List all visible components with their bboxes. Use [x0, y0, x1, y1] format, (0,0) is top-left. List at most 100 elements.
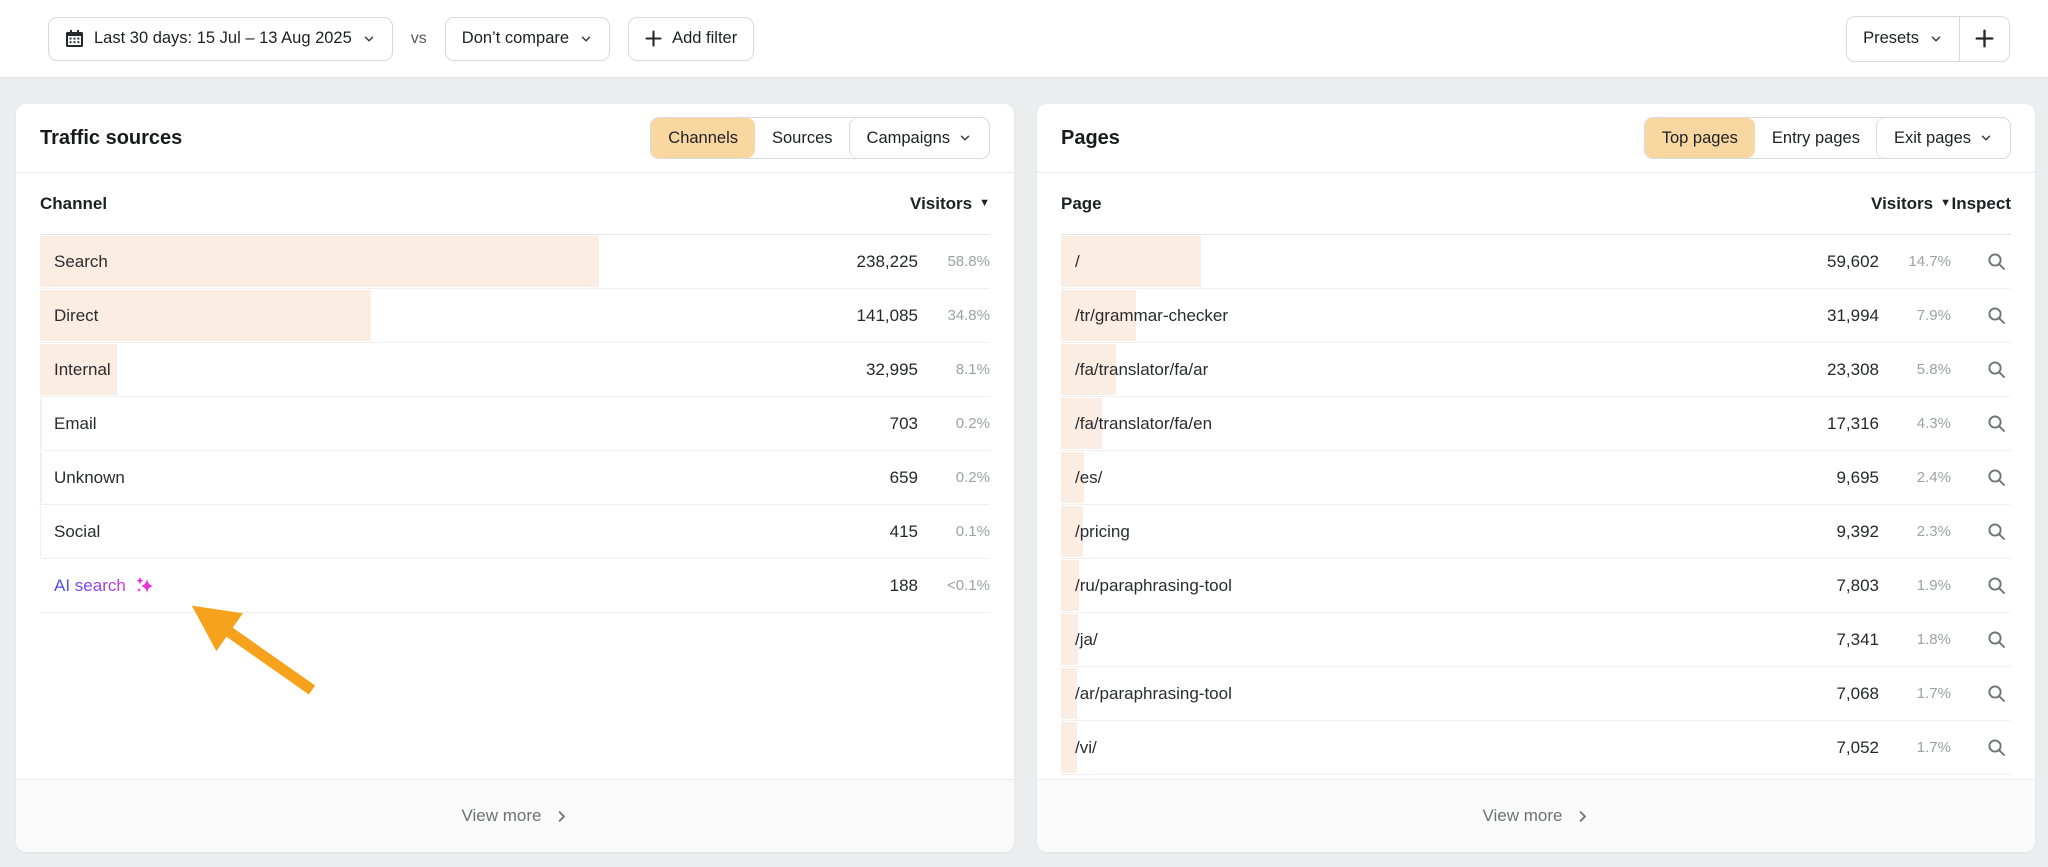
pages-header: Pages Top pagesEntry pagesExit pages: [1037, 104, 2035, 173]
page-path-label: /es/: [1061, 468, 1749, 488]
table-row[interactable]: /es/9,6952.4%: [1061, 451, 2011, 505]
pages-table-head: Page Visitors ▼ Inspect: [1061, 173, 2011, 235]
column-header-visitors[interactable]: Visitors ▼: [1871, 194, 1951, 214]
table-row[interactable]: /pricing9,3922.3%: [1061, 505, 2011, 559]
inspect-button[interactable]: [1986, 305, 2007, 326]
visitors-value: 9,695: [1836, 468, 1879, 488]
visitors-value: 415: [890, 522, 918, 542]
panel-title: Traffic sources: [40, 127, 182, 150]
magnifier-icon: [1986, 737, 2007, 758]
table-row[interactable]: /ru/paraphrasing-tool 7,803 1.9%: [1061, 559, 2011, 613]
tab-campaigns[interactable]: Campaigns: [850, 118, 989, 158]
channel-label: Internal: [40, 360, 788, 380]
visitors-share: 0.2%: [956, 415, 990, 432]
magnifier-icon: [1986, 575, 2007, 596]
table-row[interactable]: Unknown 659 0.2%: [40, 451, 990, 505]
panel-title: Pages: [1061, 127, 1120, 150]
chevron-down-icon: [1979, 131, 1993, 145]
pages-tabs: Top pagesEntry pagesExit pages: [1644, 117, 2011, 159]
visitors-share: 1.8%: [1917, 631, 1951, 648]
inspect-button[interactable]: [1986, 683, 2007, 704]
visitors-value: 32,995: [866, 360, 918, 380]
table-row[interactable]: /tr/grammar-checker31,9947.9%: [1061, 289, 2011, 343]
column-header-channel: Channel: [40, 194, 788, 214]
page-path-label: /fa/translator/fa/ar: [1061, 360, 1749, 380]
tab-top-pages[interactable]: Top pages: [1645, 118, 1755, 158]
column-header-visitors[interactable]: Visitors ▼: [910, 194, 990, 214]
inspect-button[interactable]: [1986, 359, 2007, 380]
visitors-value: 9,392: [1836, 522, 1879, 542]
tab-channels[interactable]: Channels: [651, 118, 755, 158]
table-row[interactable]: Email7030.2%: [40, 397, 990, 451]
table-row[interactable]: /59,60214.7%: [1061, 235, 2011, 289]
inspect-button[interactable]: [1986, 251, 2007, 272]
visitors-share: 4.3%: [1917, 415, 1951, 432]
table-row[interactable]: /fa/translator/fa/en17,3164.3%: [1061, 397, 2011, 451]
page-path-label: /pricing: [1061, 522, 1749, 542]
compare-button[interactable]: Don’t compare: [445, 17, 610, 61]
new-preset-button[interactable]: [1959, 17, 2009, 61]
visitors-share: 34.8%: [947, 307, 990, 324]
tab-sources[interactable]: Sources: [755, 118, 850, 158]
page-path-label: /ru/paraphrasing-tool: [1061, 576, 1749, 596]
traffic-sources-rows: Search238,22558.8%Direct141,08534.8%Inte…: [16, 235, 1014, 613]
view-more-button[interactable]: View more: [16, 779, 1014, 852]
magnifier-icon: [1986, 359, 2007, 380]
visitors-share: 0.1%: [956, 523, 990, 540]
table-row[interactable]: Direct141,08534.8%: [40, 289, 990, 343]
page-path-label: /vi/: [1061, 738, 1749, 758]
traffic-sources-header: Traffic sources ChannelsSourcesCampaigns: [16, 104, 1014, 173]
date-range-button[interactable]: Last 30 days: 15 Jul – 13 Aug 2025: [48, 17, 393, 61]
visitors-value: 659: [890, 468, 918, 488]
ai-search-link[interactable]: AI search: [40, 575, 788, 596]
magnifier-icon: [1986, 467, 2007, 488]
inspect-button[interactable]: [1986, 629, 2007, 650]
table-row[interactable]: Internal 32,995 8.1%: [40, 343, 990, 397]
magnifier-icon: [1986, 413, 2007, 434]
vs-label: vs: [411, 30, 427, 48]
visitors-value: 7,803: [1836, 576, 1879, 596]
inspect-button[interactable]: [1986, 413, 2007, 434]
sort-desc-icon: ▼: [1940, 198, 1951, 209]
visitors-value: 7,052: [1836, 738, 1879, 758]
presets-label: Presets: [1863, 29, 1919, 48]
visitors-share: 0.2%: [956, 469, 990, 486]
table-row[interactable]: Social 415 0.1%: [40, 505, 990, 559]
tab-entry-pages[interactable]: Entry pages: [1755, 118, 1877, 158]
traffic-sources-tabs: ChannelsSourcesCampaigns: [650, 117, 990, 159]
inspect-button[interactable]: [1986, 521, 2007, 542]
chevron-down-icon: [362, 32, 376, 46]
magnifier-icon: [1986, 305, 2007, 326]
add-filter-button[interactable]: Add filter: [628, 17, 754, 61]
inspect-button[interactable]: [1986, 737, 2007, 758]
visitors-share: 1.7%: [1917, 685, 1951, 702]
presets-group: Presets: [1846, 16, 2010, 62]
view-more-button[interactable]: View more: [1037, 779, 2035, 852]
magnifier-icon: [1986, 629, 2007, 650]
visitors-share: 1.9%: [1917, 577, 1951, 594]
visitors-share: 1.7%: [1917, 739, 1951, 756]
table-row[interactable]: /ja/7,3411.8%: [1061, 613, 2011, 667]
table-row[interactable]: /ar/paraphrasing-tool7,0681.7%: [1061, 667, 2011, 721]
table-row[interactable]: AI search188<0.1%: [40, 559, 990, 613]
channel-label: Social: [40, 522, 788, 542]
chevron-right-icon: [554, 809, 569, 824]
visitors-share: 8.1%: [956, 361, 990, 378]
visitors-share: 5.8%: [1917, 361, 1951, 378]
chevron-down-icon: [1929, 32, 1943, 46]
toolbar: Last 30 days: 15 Jul – 13 Aug 2025 vs Do…: [0, 0, 2048, 78]
sparkles-icon: [134, 575, 155, 596]
visitors-value: 703: [890, 414, 918, 434]
table-row[interactable]: Search238,22558.8%: [40, 235, 990, 289]
visitors-share: <0.1%: [947, 577, 990, 594]
table-row[interactable]: /fa/translator/fa/ar23,3085.8%: [1061, 343, 2011, 397]
page-path-label: /ja/: [1061, 630, 1749, 650]
presets-button[interactable]: Presets: [1847, 17, 1959, 61]
channel-label: Unknown: [40, 468, 788, 488]
inspect-button[interactable]: [1986, 467, 2007, 488]
tab-exit-pages[interactable]: Exit pages: [1877, 118, 2010, 158]
table-row[interactable]: /vi/7,052 1.7%: [1061, 721, 2011, 775]
inspect-button[interactable]: [1986, 575, 2007, 596]
page-path-label: /fa/translator/fa/en: [1061, 414, 1749, 434]
visitors-value: 59,602: [1827, 252, 1879, 272]
